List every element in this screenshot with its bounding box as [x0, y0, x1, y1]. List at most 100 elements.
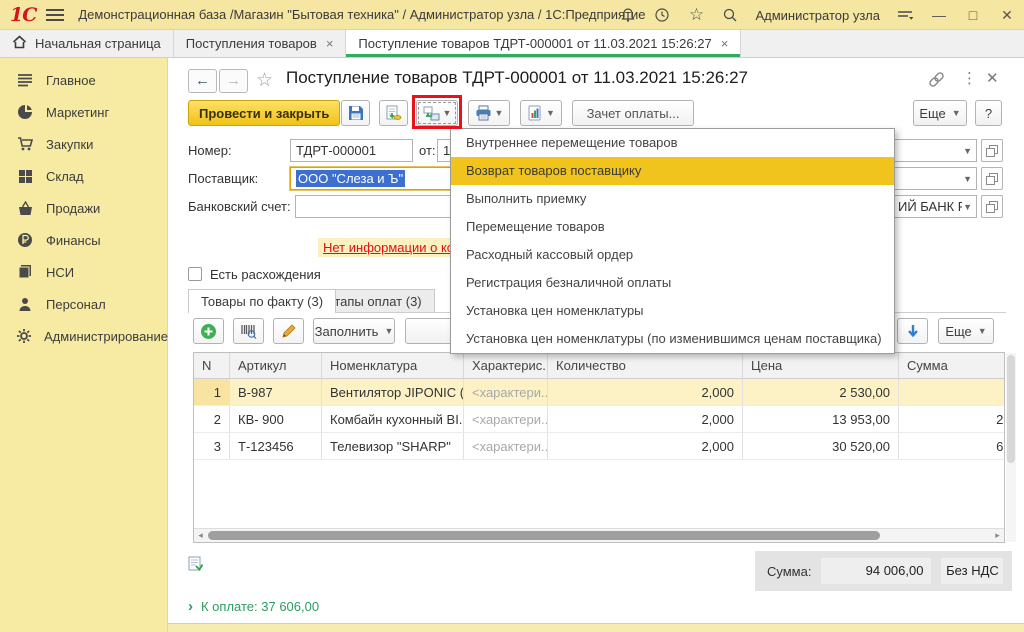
sidebar-item-sales[interactable]: Продажи — [0, 192, 167, 224]
favorites-star-icon[interactable]: ☆ — [687, 6, 705, 24]
tab-home[interactable]: Начальная страница — [0, 30, 174, 57]
menu-item-cashless-payment[interactable]: Регистрация безналичной оплаты — [451, 269, 894, 297]
payable-expander[interactable]: › К оплате: 37 606,00 — [188, 598, 319, 615]
inner-tab-label: Товары по факту (3) — [201, 294, 323, 309]
add-row-button[interactable] — [193, 318, 224, 344]
sidebar-item-main[interactable]: Главное — [0, 64, 167, 96]
barcode-icon — [240, 323, 257, 339]
sidebar-item-purchases[interactable]: Закупки — [0, 128, 167, 160]
user-menu-icon[interactable] — [896, 6, 914, 24]
form-close-icon[interactable]: ✕ — [986, 69, 999, 87]
tab-goods-by-fact[interactable]: Товары по факту (3) — [188, 289, 336, 313]
fill-button[interactable]: Заполнить▼ — [313, 318, 395, 344]
sidebar-item-personnel[interactable]: Персонал — [0, 288, 167, 320]
table-row[interactable]: 3 Т-123456 Телевизор "SHARP" <характери.… — [194, 433, 1004, 460]
more-dots-icon[interactable]: ⋮ — [962, 69, 977, 87]
active-tab-indicator — [346, 54, 740, 57]
sidebar-item-administration[interactable]: Администрирование — [0, 320, 167, 352]
current-user[interactable]: Администратор узла — [755, 8, 880, 23]
back-button[interactable]: ← — [188, 69, 217, 93]
favorite-star-icon[interactable]: ☆ — [256, 69, 273, 92]
organization-open-button[interactable] — [981, 139, 1003, 162]
reports-button[interactable]: ▼ — [520, 100, 562, 126]
sidebar-item-label: Склад — [46, 169, 84, 184]
dropdown-arrow-icon: ▼ — [384, 326, 393, 336]
dropdown-arrow-icon[interactable]: ▼ — [963, 146, 972, 156]
document-title: Поступление товаров ТДРТ-000001 от 11.03… — [286, 68, 748, 88]
col-quantity[interactable]: Количество — [548, 353, 743, 378]
sidebar-item-nsi[interactable]: НСИ — [0, 256, 167, 288]
supplier-open-button[interactable] — [981, 167, 1003, 190]
history-icon[interactable] — [653, 6, 671, 24]
horizontal-scrollbar[interactable]: ◂ ▸ — [194, 528, 1004, 542]
menu-item-goods-transfer[interactable]: Перемещение товаров — [451, 213, 894, 241]
create-based-on-button[interactable]: ▼ — [416, 100, 458, 126]
dropdown-arrow-icon[interactable]: ▼ — [963, 174, 972, 184]
pie-chart-icon — [16, 103, 34, 121]
dropdown-arrow-icon[interactable]: ▼ — [963, 202, 972, 212]
number-input[interactable]: ТДРТ-000001 — [290, 139, 413, 162]
scroll-left-icon[interactable]: ◂ — [194, 529, 207, 542]
col-sum[interactable]: Сумма — [899, 353, 1004, 378]
barcode-scan-button[interactable] — [233, 318, 264, 344]
create-based-on-menu: Внутреннее перемещение товаров Возврат т… — [450, 128, 895, 354]
vertical-scrollbar[interactable] — [1006, 353, 1016, 542]
grid-boxes-icon — [16, 167, 34, 185]
offset-payment-button[interactable]: Зачет оплаты... — [572, 100, 694, 126]
scroll-right-icon[interactable]: ▸ — [991, 529, 1004, 542]
col-n[interactable]: N — [194, 353, 230, 378]
window-title: Демонстрационная база /Магазин "Бытовая … — [78, 7, 645, 22]
counterparty-warning-link[interactable]: Нет информации о кон — [318, 238, 466, 257]
col-article[interactable]: Артикул — [230, 353, 322, 378]
number-label: Номер: — [188, 143, 232, 158]
scrollbar-thumb[interactable] — [1007, 355, 1015, 463]
tab-close-icon[interactable]: × — [721, 36, 729, 51]
menu-item-set-prices-changed[interactable]: Установка цен номенклатуры (по изменивши… — [451, 325, 894, 353]
edit-row-button[interactable] — [273, 318, 304, 344]
help-button[interactable]: ? — [975, 100, 1002, 126]
save-button[interactable] — [341, 100, 370, 126]
minimize-button[interactable]: — — [930, 7, 948, 23]
tab-label: Поступления товаров — [186, 36, 317, 51]
bank-open-button[interactable] — [981, 195, 1003, 218]
home-icon — [12, 35, 27, 52]
menu-item-set-prices[interactable]: Установка цен номенклатуры — [451, 297, 894, 325]
tab-close-icon[interactable]: × — [326, 36, 334, 51]
table-more-button[interactable]: Еще▼ — [938, 318, 994, 344]
menu-item-internal-transfer[interactable]: Внутреннее перемещение товаров — [451, 129, 894, 157]
sidebar-item-finance[interactable]: Финансы — [0, 224, 167, 256]
table-row[interactable]: 1 В-987 Вентилятор JIPONIC (... <характе… — [194, 379, 1004, 406]
post-document-button[interactable] — [379, 100, 408, 126]
more-button[interactable]: Еще▼ — [913, 100, 967, 126]
table-row[interactable]: 2 КВ- 900 Комбайн кухонный BI... <характ… — [194, 406, 1004, 433]
number-value: ТДРТ-000001 — [296, 143, 376, 158]
search-icon[interactable] — [721, 6, 739, 24]
sidebar-item-label: Маркетинг — [46, 105, 109, 120]
window-close-button[interactable]: ✕ — [998, 7, 1016, 24]
col-price[interactable]: Цена — [743, 353, 899, 378]
print-button[interactable]: ▼ — [468, 100, 510, 126]
main-menu-icon[interactable] — [46, 9, 64, 21]
menu-item-return-to-supplier[interactable]: Возврат товаров поставщику — [451, 157, 894, 185]
maximize-button[interactable]: □ — [964, 7, 982, 23]
menu-item-cash-expense-order[interactable]: Расходный кассовый ордер — [451, 241, 894, 269]
col-nomenclature[interactable]: Номенклатура — [322, 353, 464, 378]
sidebar-item-warehouse[interactable]: Склад — [0, 160, 167, 192]
tab-receipt-document[interactable]: Поступление товаров ТДРТ-000001 от 11.03… — [346, 30, 741, 57]
notifications-bell-icon[interactable] — [619, 6, 637, 24]
pencil-icon — [281, 323, 297, 339]
move-down-button[interactable] — [897, 318, 928, 344]
col-characteristic[interactable]: Характерис... — [464, 353, 548, 378]
get-link-icon[interactable] — [928, 71, 945, 91]
sidebar-item-marketing[interactable]: Маркетинг — [0, 96, 167, 128]
supplier-label: Поставщик: — [188, 171, 258, 186]
post-and-close-button[interactable]: Провести и закрыть — [188, 100, 340, 126]
discrepancy-checkbox[interactable] — [188, 267, 202, 281]
vat-value: Без НДС — [941, 558, 1003, 584]
menu-item-perform-acceptance[interactable]: Выполнить приемку — [451, 185, 894, 213]
totals-panel: Сумма: 94 006,00 Без НДС — [755, 551, 1012, 591]
scrollbar-thumb[interactable] — [208, 531, 880, 540]
comment-doc-icon[interactable] — [187, 556, 204, 576]
forward-button[interactable]: → — [219, 69, 248, 93]
tab-receipts-list[interactable]: Поступления товаров × — [174, 30, 347, 57]
